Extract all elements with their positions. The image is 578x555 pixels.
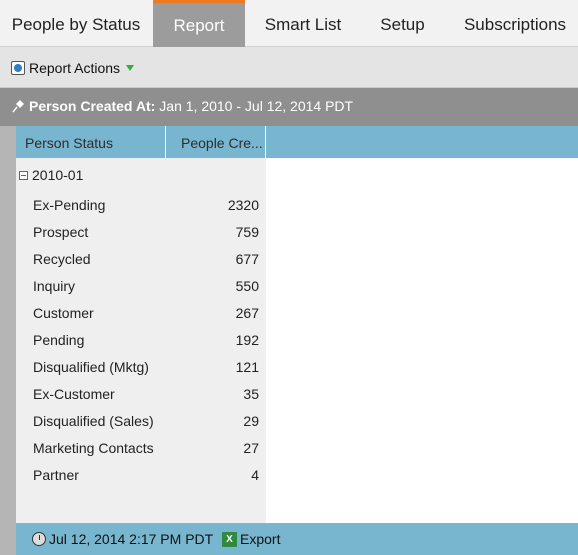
report-toolbar: Report Actions: [0, 47, 578, 88]
group-row[interactable]: 2010-01: [19, 167, 83, 183]
table-row[interactable]: Ex-Pending 2320: [16, 192, 266, 219]
row-count: 121: [235, 359, 259, 375]
row-count: 192: [235, 332, 259, 348]
clock-icon: [32, 532, 46, 546]
table-row[interactable]: Marketing Contacts 27: [16, 435, 266, 462]
last-updated: Jul 12, 2014 2:17 PM PDT: [32, 531, 213, 547]
table-row[interactable]: Disqualified (Sales) 29: [16, 408, 266, 435]
report-frame: Person Status People Cre... 2010-01 Ex-P…: [0, 126, 578, 555]
tab-subscriptions[interactable]: Subscriptions: [452, 0, 578, 47]
row-status: Inquiry: [33, 278, 76, 294]
grid-header: Person Status People Cre...: [16, 126, 578, 158]
row-count: 29: [243, 413, 259, 429]
row-count: 550: [235, 278, 259, 294]
filter-label: Person Created At:: [29, 98, 156, 114]
table-row[interactable]: Recycled 677: [16, 246, 266, 273]
tab-report[interactable]: Report: [153, 0, 245, 47]
row-status: Ex-Pending: [33, 197, 106, 213]
tab-smart-list[interactable]: Smart List: [250, 0, 356, 47]
date-filter[interactable]: Person Created At: Jan 1, 2010 - Jul 12,…: [11, 98, 353, 114]
grid-rows: 2010-01 Ex-Pending 2320 Prospect 759 Rec…: [16, 158, 266, 523]
table-row[interactable]: Partner 4: [16, 462, 266, 489]
row-status: Customer: [33, 305, 94, 321]
table-row[interactable]: Ex-Customer 35: [16, 381, 266, 408]
tab-people-by-status[interactable]: People by Status: [0, 0, 152, 47]
report-actions-label: Report Actions: [29, 60, 121, 76]
row-status: Partner: [33, 467, 79, 483]
column-people-created[interactable]: People Cre...: [166, 126, 266, 158]
column-person-status[interactable]: Person Status: [16, 126, 166, 158]
report-actions-button[interactable]: Report Actions: [11, 59, 135, 77]
report-globe-icon: [11, 61, 25, 75]
row-status: Marketing Contacts: [33, 440, 154, 456]
row-status: Recycled: [33, 251, 91, 267]
row-count: 27: [243, 440, 259, 456]
row-count: 267: [235, 305, 259, 321]
collapse-icon[interactable]: [19, 170, 28, 180]
tab-setup[interactable]: Setup: [361, 0, 444, 47]
row-status: Ex-Customer: [33, 386, 115, 402]
filter-bar: Person Created At: Jan 1, 2010 - Jul 12,…: [0, 88, 578, 126]
filter-value: Jan 1, 2010 - Jul 12, 2014 PDT: [159, 98, 354, 114]
last-updated-timestamp: Jul 12, 2014 2:17 PM PDT: [49, 531, 214, 547]
filter-pin-icon: [12, 100, 24, 113]
row-count: 35: [243, 386, 259, 402]
report-grid: Person Status People Cre... 2010-01 Ex-P…: [16, 126, 578, 523]
table-row[interactable]: Customer 267: [16, 300, 266, 327]
row-status: Disqualified (Mktg): [33, 359, 149, 375]
table-row[interactable]: Disqualified (Mktg) 121: [16, 354, 266, 381]
excel-icon: X: [222, 531, 237, 547]
row-count: 4: [251, 467, 259, 483]
export-label: Export: [240, 531, 281, 547]
report-footer: Jul 12, 2014 2:17 PM PDT X Export: [16, 523, 578, 555]
chevron-down-icon: [126, 65, 135, 71]
row-status: Prospect: [33, 224, 89, 240]
tab-bar: People by Status Report Smart List Setup…: [0, 0, 578, 47]
row-status: Pending: [33, 332, 85, 348]
row-status: Disqualified (Sales): [33, 413, 154, 429]
row-count: 677: [235, 251, 259, 267]
row-count: 2320: [227, 197, 259, 213]
table-row[interactable]: Pending 192: [16, 327, 266, 354]
table-row[interactable]: Inquiry 550: [16, 273, 266, 300]
row-count: 759: [235, 224, 259, 240]
table-row[interactable]: Prospect 759: [16, 219, 266, 246]
export-button[interactable]: X Export: [222, 531, 280, 547]
group-label: 2010-01: [32, 167, 84, 183]
